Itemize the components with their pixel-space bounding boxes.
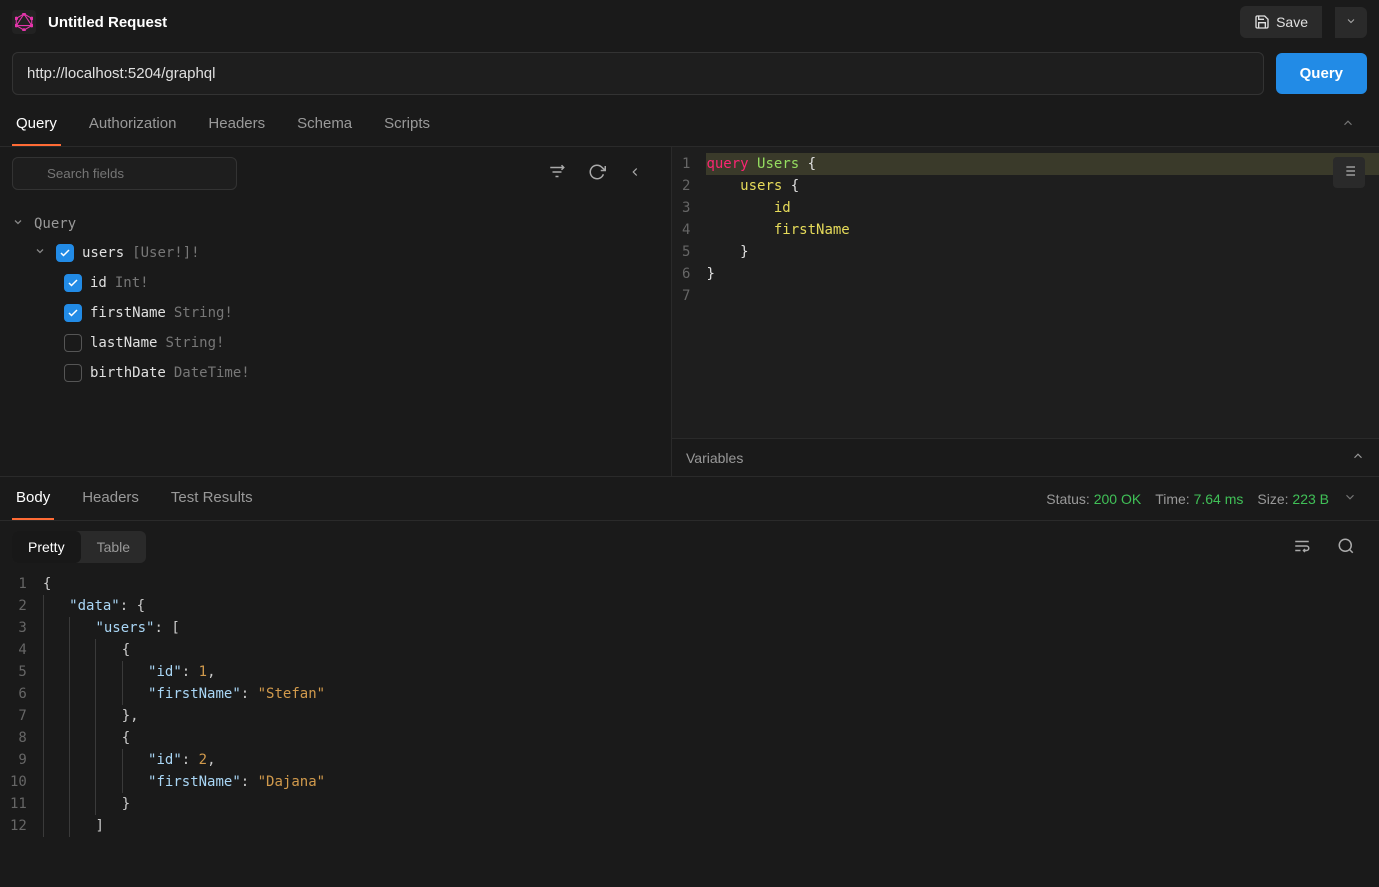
schema-search-input[interactable] (12, 157, 237, 190)
collapse-tabs-button[interactable] (1329, 104, 1367, 145)
search-response-button[interactable] (1331, 531, 1361, 564)
tab-authorization[interactable]: Authorization (85, 103, 181, 146)
chevron-down-icon[interactable] (34, 245, 48, 261)
refresh-icon (588, 163, 606, 181)
request-tabs: Query Authorization Headers Schema Scripts (0, 103, 1379, 147)
tab-scripts[interactable]: Scripts (380, 103, 434, 146)
field-type: String! (165, 335, 224, 351)
response-tab-test-results[interactable]: Test Results (167, 477, 257, 520)
wrap-lines-button[interactable] (1287, 531, 1317, 564)
response-tabs: Body Headers Test Results Status: 200 OK T… (0, 477, 1379, 521)
field-name: firstName (90, 305, 166, 321)
search-icon (1337, 537, 1355, 555)
save-button[interactable]: Save (1240, 6, 1322, 38)
chevron-down-icon (1343, 490, 1357, 504)
tab-headers[interactable]: Headers (204, 103, 269, 146)
field-type: [User!]! (132, 245, 199, 261)
field-type: Int! (115, 275, 149, 291)
field-checkbox-firstName[interactable] (64, 304, 82, 322)
view-pretty[interactable]: Pretty (12, 531, 81, 563)
field-type: DateTime! (174, 365, 250, 381)
field-name: birthDate (90, 365, 166, 381)
request-title: Untitled Request (48, 14, 167, 31)
tab-schema[interactable]: Schema (293, 103, 356, 146)
chevron-up-icon (1351, 449, 1365, 463)
refresh-schema-button[interactable] (582, 157, 612, 190)
list-icon (1341, 163, 1357, 179)
collapse-variables-button[interactable] (1351, 449, 1365, 466)
response-tab-headers[interactable]: Headers (78, 477, 143, 520)
send-query-button[interactable]: Query (1276, 53, 1367, 94)
chevron-down-icon (1345, 15, 1357, 27)
save-dropdown-button[interactable] (1334, 7, 1367, 38)
filter-icon (548, 163, 566, 181)
wrap-icon (1293, 537, 1311, 555)
status-label: Status: (1046, 491, 1090, 507)
response-body[interactable]: 123456789101112 { "data": { "users": [ {… (0, 573, 1379, 837)
variables-label[interactable]: Variables (686, 450, 743, 466)
schema-root-label: Query (34, 216, 76, 232)
field-name: users (82, 245, 124, 261)
response-tab-body[interactable]: Body (12, 477, 54, 520)
field-type: String! (174, 305, 233, 321)
editor-action-button[interactable] (1333, 157, 1365, 188)
tab-query[interactable]: Query (12, 103, 61, 146)
size-label: Size: (1257, 491, 1288, 507)
chevron-down-icon[interactable] (12, 216, 26, 232)
chevron-up-icon (1341, 116, 1355, 130)
save-icon (1254, 14, 1270, 30)
status-value: 200 OK (1094, 491, 1141, 507)
response-expand-button[interactable] (1343, 490, 1357, 507)
collapse-schema-button[interactable] (622, 159, 648, 188)
field-name: id (90, 275, 107, 291)
field-checkbox-birthDate[interactable] (64, 364, 82, 382)
field-checkbox-users[interactable] (56, 244, 74, 262)
field-name: lastName (90, 335, 157, 351)
url-input[interactable] (12, 52, 1264, 95)
view-table[interactable]: Table (81, 531, 146, 563)
field-checkbox-lastName[interactable] (64, 334, 82, 352)
time-label: Time: (1155, 491, 1189, 507)
filter-button[interactable] (542, 157, 572, 190)
chevron-left-icon (628, 165, 642, 179)
size-value: 223 B (1292, 491, 1329, 507)
graphql-icon (12, 10, 36, 34)
query-editor[interactable]: 1234567 query Users { users { id firstNa… (672, 147, 1379, 438)
time-value: 7.64 ms (1194, 491, 1244, 507)
field-checkbox-id[interactable] (64, 274, 82, 292)
